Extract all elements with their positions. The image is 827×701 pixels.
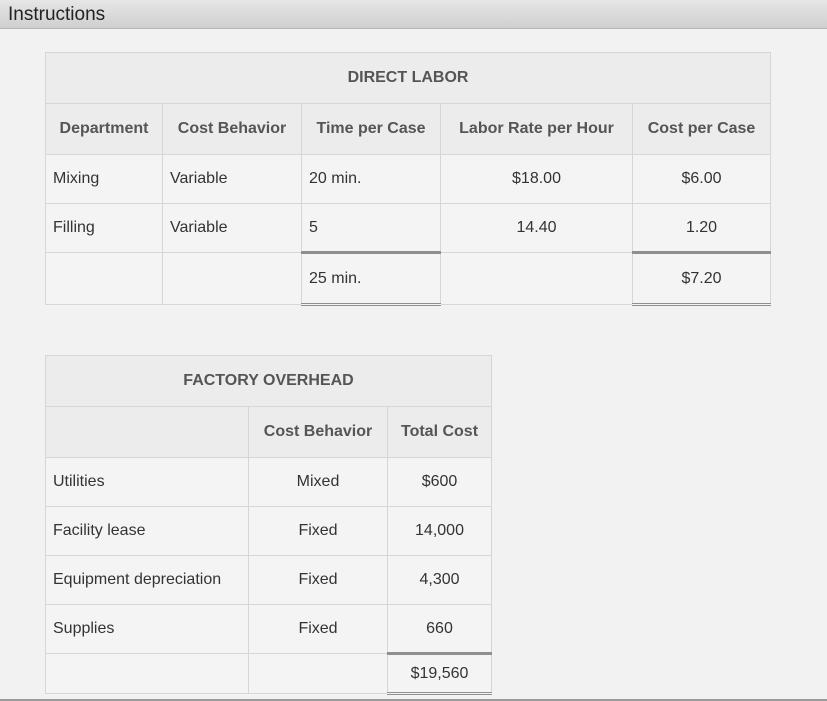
cost-cell: 4,300 [386, 555, 493, 605]
header-cost-behavior: Cost Behavior [248, 406, 388, 458]
item-cell: Facility lease [45, 506, 249, 556]
cost-cell: $6.00 [631, 154, 772, 204]
item-cell: Supplies [45, 604, 249, 654]
time-cell: 5 [301, 203, 441, 253]
item-cell: Equipment depreciation [45, 555, 249, 605]
window-title: Instructions [8, 4, 106, 25]
table-row: Utilities Mixed $600 [45, 457, 493, 507]
header-department: Department [45, 103, 163, 155]
rate-cell: 14.40 [440, 203, 633, 253]
empty-cell [162, 252, 302, 305]
header-blank [45, 406, 249, 458]
factory-overhead-table: FACTORY OVERHEAD Cost Behavior Total Cos… [44, 355, 493, 695]
cost-cell: 1.20 [631, 203, 772, 253]
total-overhead-cell: $19,560 [386, 652, 493, 695]
behavior-cell: Fixed [248, 555, 388, 605]
behavior-cell: Fixed [248, 604, 388, 654]
cost-cell: 14,000 [386, 506, 493, 556]
header-time-per-case: Time per Case [301, 103, 441, 155]
header-labor-rate: Labor Rate per Hour [440, 103, 633, 155]
behavior-cell: Variable [162, 203, 302, 253]
table-row: Filling Variable 5 14.40 1.20 [45, 203, 772, 253]
total-cost-cell: $7.20 [631, 251, 772, 306]
table-row: Equipment depreciation Fixed 4,300 [45, 555, 493, 605]
factory-overhead-caption: FACTORY OVERHEAD [44, 355, 493, 407]
department-cell: Mixing [45, 154, 163, 204]
window-title-bar: Instructions [0, 0, 827, 29]
empty-cell [248, 653, 388, 694]
total-row: $19,560 [45, 652, 493, 695]
total-row: 25 min. $7.20 [45, 251, 772, 306]
time-cell: 20 min. [301, 154, 441, 204]
table-row: Supplies Fixed 660 [45, 604, 493, 654]
header-cost-behavior: Cost Behavior [162, 103, 302, 155]
header-cost-per-case: Cost per Case [631, 103, 772, 155]
total-time-cell: 25 min. [301, 251, 441, 306]
direct-labor-caption: DIRECT LABOR [44, 52, 772, 104]
rate-cell: $18.00 [440, 154, 633, 204]
item-cell: Utilities [45, 457, 249, 507]
behavior-cell: Fixed [248, 506, 388, 556]
empty-cell [440, 252, 633, 305]
behavior-cell: Variable [162, 154, 302, 204]
cost-cell: $600 [386, 457, 493, 507]
behavior-cell: Mixed [248, 457, 388, 507]
header-total-cost: Total Cost [386, 406, 493, 458]
empty-cell [45, 252, 163, 305]
cost-cell: 660 [386, 604, 493, 654]
table-row: Facility lease Fixed 14,000 [45, 506, 493, 556]
table-row: Mixing Variable 20 min. $18.00 $6.00 [45, 154, 772, 204]
empty-cell [45, 653, 249, 694]
department-cell: Filling [45, 203, 163, 253]
direct-labor-table: DIRECT LABOR Department Cost Behavior Ti… [44, 52, 772, 306]
